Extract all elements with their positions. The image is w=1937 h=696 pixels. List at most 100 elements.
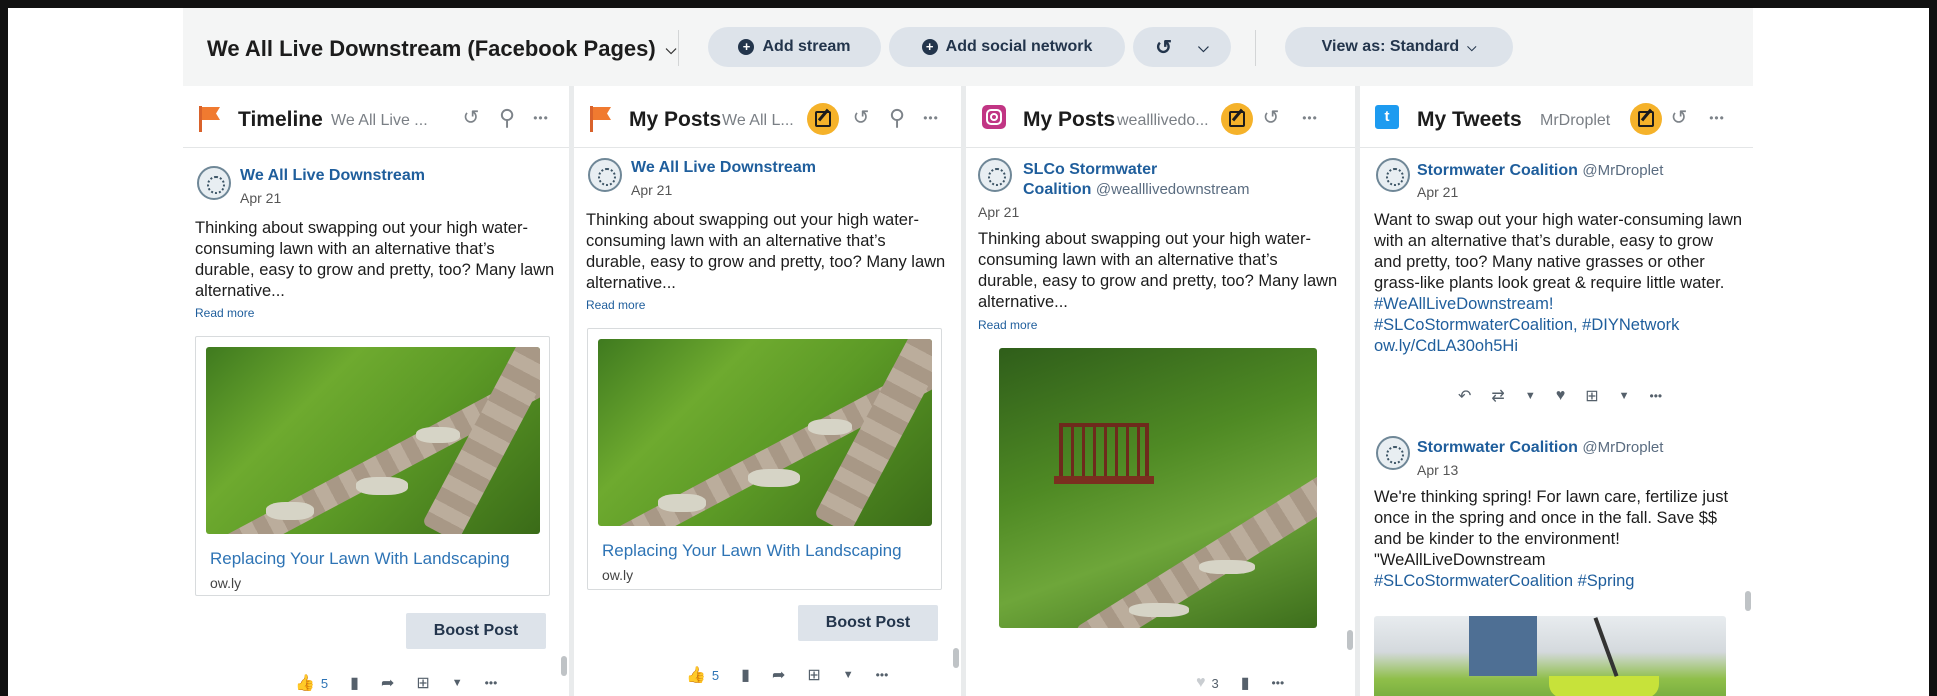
link-title[interactable]: Replacing Your Lawn With Landscaping bbox=[602, 541, 902, 561]
bench-back bbox=[1059, 423, 1149, 478]
chevron-down-icon: ⌵ bbox=[1467, 39, 1477, 54]
scrollbar[interactable] bbox=[1745, 591, 1751, 611]
add-social-network-button[interactable]: + Add social network bbox=[889, 27, 1125, 67]
post-author[interactable]: We All Live Downstream bbox=[240, 167, 425, 185]
post-text: Thinking about swapping out your high wa… bbox=[195, 219, 555, 300]
like-button[interactable]: 👍 5 bbox=[295, 673, 328, 693]
read-more-link[interactable]: Read more bbox=[978, 318, 1037, 332]
scrollbar[interactable] bbox=[953, 648, 959, 668]
stream-subtitle: MrDroplet bbox=[1540, 112, 1611, 129]
spreader-handle bbox=[1593, 617, 1619, 677]
like-button[interactable]: ♥ 3 bbox=[1196, 674, 1219, 692]
garden-path-image bbox=[598, 339, 932, 526]
search-icon[interactable]: ⚲ bbox=[885, 106, 909, 130]
stream-title: Timeline bbox=[238, 108, 323, 131]
person-legs bbox=[1469, 616, 1537, 676]
tweet-body: Want to swap out your high water-consumi… bbox=[1374, 211, 1743, 292]
view-as-dropdown[interactable]: View as: Standard ⌵ bbox=[1285, 27, 1513, 67]
refresh-icon[interactable]: ↺ bbox=[1259, 106, 1283, 130]
heart-icon[interactable]: ♥ bbox=[1556, 387, 1566, 405]
more-icon[interactable]: ••• bbox=[919, 106, 943, 130]
tweet-author-name: Stormwater Coalition bbox=[1417, 162, 1578, 179]
more-icon[interactable]: ••• bbox=[876, 668, 889, 682]
boost-post-button[interactable]: Boost Post bbox=[798, 605, 938, 641]
dropdown-icon[interactable]: ▼ bbox=[843, 669, 854, 681]
more-icon[interactable]: ••• bbox=[1650, 389, 1663, 403]
search-icon[interactable]: ⚲ bbox=[495, 106, 519, 130]
post-author[interactable]: SLCo Stormwater Coalition @wealllivedown… bbox=[1023, 160, 1250, 200]
add-stream-label: Add stream bbox=[762, 38, 851, 55]
toolbar-divider bbox=[1255, 30, 1256, 66]
tweet-date[interactable]: Apr 13 bbox=[1417, 462, 1458, 478]
refresh-icon[interactable]: ↺ bbox=[849, 106, 873, 130]
tweet-handle: @MrDroplet bbox=[1582, 162, 1664, 179]
schedule-icon[interactable]: ⊞ bbox=[1585, 386, 1598, 406]
reply-icon[interactable]: ↶ bbox=[1458, 386, 1471, 406]
tweet-text: We're thinking spring! For lawn care, fe… bbox=[1374, 487, 1744, 592]
read-more-link[interactable]: Read more bbox=[586, 298, 645, 312]
more-icon[interactable]: ••• bbox=[529, 106, 553, 130]
link-preview-card[interactable]: Replacing Your Lawn With Landscaping ow.… bbox=[195, 336, 550, 596]
more-icon[interactable]: ••• bbox=[1298, 106, 1322, 130]
share-icon[interactable]: ➦ bbox=[772, 665, 785, 685]
add-social-network-label: Add social network bbox=[945, 38, 1093, 55]
link-domain: ow.ly bbox=[210, 575, 242, 591]
comment-icon[interactable]: ▮ bbox=[741, 665, 750, 685]
heart-icon: ♥ bbox=[1196, 674, 1206, 691]
tweet-hashtags[interactable]: #SLCoStormwaterCoalition #Spring bbox=[1374, 572, 1634, 590]
link-title[interactable]: Replacing Your Lawn With Landscaping bbox=[210, 549, 510, 569]
avatar[interactable] bbox=[978, 158, 1012, 192]
refresh-dropdown-button[interactable]: ↺ ⌵ bbox=[1133, 27, 1231, 67]
schedule-icon[interactable]: ⊞ bbox=[416, 673, 429, 693]
avatar[interactable] bbox=[197, 166, 231, 200]
garden-bench-image[interactable] bbox=[999, 348, 1317, 628]
refresh-icon[interactable]: ↺ bbox=[1667, 106, 1691, 130]
compose-button[interactable] bbox=[807, 103, 839, 135]
avatar[interactable] bbox=[588, 158, 622, 192]
more-icon[interactable]: ••• bbox=[1272, 676, 1285, 690]
tweet-hashtags[interactable]: #WeAllLiveDownstream! #SLCoStormwaterCoa… bbox=[1374, 295, 1679, 355]
refresh-icon[interactable]: ↺ bbox=[459, 106, 483, 130]
instagram-icon bbox=[982, 105, 1006, 129]
avatar[interactable] bbox=[1376, 158, 1410, 192]
like-button[interactable]: 👍 5 bbox=[686, 665, 719, 685]
spreader-bucket bbox=[1549, 676, 1659, 696]
flag-icon bbox=[588, 106, 612, 132]
boost-post-button[interactable]: Boost Post bbox=[406, 613, 546, 649]
scrollbar[interactable] bbox=[561, 656, 567, 676]
tweet-date[interactable]: Apr 21 bbox=[1417, 184, 1458, 200]
compose-button[interactable] bbox=[1221, 103, 1253, 135]
more-icon[interactable]: ••• bbox=[485, 676, 498, 690]
more-icon[interactable]: ••• bbox=[1705, 106, 1729, 130]
post-date[interactable]: Apr 21 bbox=[631, 182, 672, 198]
chevron-down-icon: ⌵ bbox=[1198, 38, 1209, 55]
post-date[interactable]: Apr 21 bbox=[978, 204, 1019, 220]
scrollbar[interactable] bbox=[1347, 630, 1353, 650]
dropdown-icon[interactable]: ▼ bbox=[1619, 390, 1630, 402]
post-date[interactable]: Apr 21 bbox=[240, 190, 281, 206]
tab-title-dropdown[interactable]: We All Live Downstream (Facebook Pages) … bbox=[207, 36, 676, 62]
lawn-care-image[interactable] bbox=[1374, 616, 1726, 696]
post-handle: @wealllivedownstream bbox=[1095, 181, 1250, 198]
dropdown-icon[interactable]: ▼ bbox=[1525, 390, 1536, 402]
dropdown-icon[interactable]: ▼ bbox=[452, 677, 463, 689]
link-preview-card[interactable]: Replacing Your Lawn With Landscaping ow.… bbox=[587, 328, 942, 590]
comment-icon[interactable]: ▮ bbox=[1241, 673, 1250, 693]
tweet-author[interactable]: Stormwater Coalition @MrDroplet bbox=[1417, 162, 1663, 180]
share-icon[interactable]: ➦ bbox=[381, 673, 394, 693]
link-domain: ow.ly bbox=[602, 567, 634, 583]
plus-icon: + bbox=[921, 39, 938, 55]
comment-icon[interactable]: ▮ bbox=[350, 673, 359, 693]
tweet-author[interactable]: Stormwater Coalition @MrDroplet bbox=[1417, 439, 1663, 457]
add-stream-button[interactable]: + Add stream bbox=[708, 27, 881, 67]
bench-seat bbox=[1054, 476, 1154, 484]
retweet-icon[interactable]: ⇄ bbox=[1491, 386, 1504, 406]
stream-title: My Posts bbox=[629, 108, 722, 131]
avatar[interactable] bbox=[1376, 436, 1410, 470]
like-count: 5 bbox=[320, 675, 329, 691]
compose-button[interactable] bbox=[1630, 103, 1662, 135]
post-author[interactable]: We All Live Downstream bbox=[631, 159, 816, 177]
garden-path-image bbox=[206, 347, 540, 534]
read-more-link[interactable]: Read more bbox=[195, 306, 254, 320]
schedule-icon[interactable]: ⊞ bbox=[807, 665, 820, 685]
